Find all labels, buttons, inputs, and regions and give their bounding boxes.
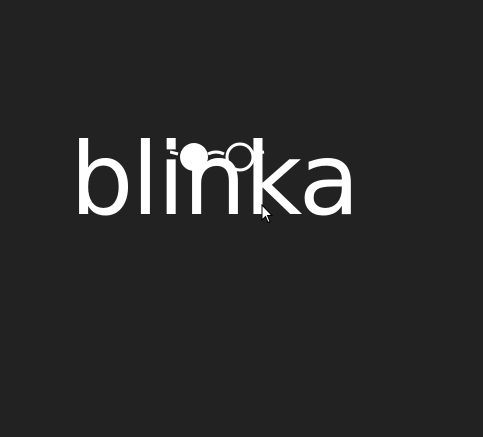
splash-screen: blinka <box>0 0 483 437</box>
blinka-logo: blinka <box>70 130 410 250</box>
mouse-pointer-icon <box>261 204 273 224</box>
glasses-icon <box>170 142 265 172</box>
